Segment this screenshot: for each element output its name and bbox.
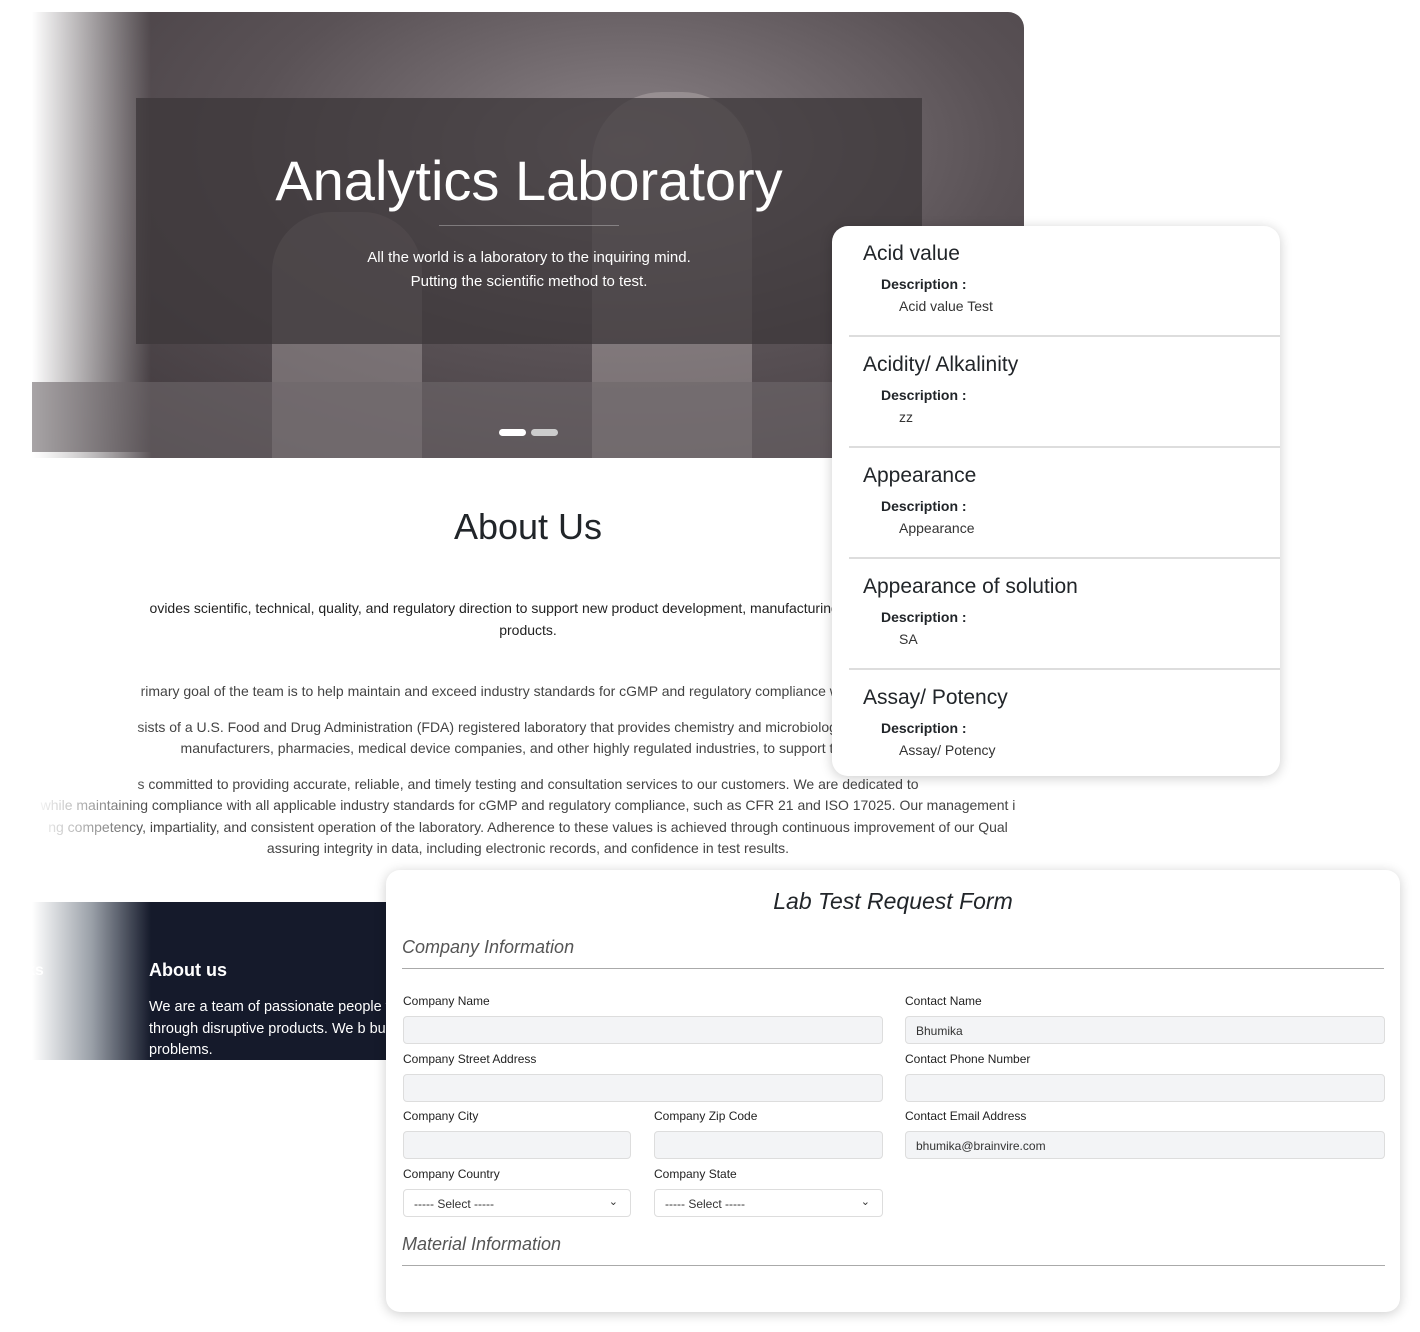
contact-phone-input[interactable] [905, 1074, 1385, 1102]
form-title: Lab Test Request Form [773, 888, 1013, 914]
test-name: Appearance [863, 464, 977, 487]
section-material-information: Material Information [402, 1234, 1385, 1266]
label: Company State [654, 1167, 737, 1181]
test-item[interactable]: Appearance Description : Appearance [849, 448, 1280, 559]
country-select[interactable]: ----- Select ----- ⌄ [403, 1189, 631, 1217]
test-description: SA [899, 631, 918, 647]
test-item[interactable]: Acidity/ Alkalinity Description : zz [849, 337, 1280, 448]
hero-line: Putting the scientific method to test. [410, 273, 648, 290]
about-paragraph: s committed to providing accurate, relia… [40, 775, 1016, 857]
street-address-input[interactable] [403, 1074, 883, 1102]
test-name: Assay/ Potency [863, 686, 1008, 709]
label: Contact Name [905, 994, 982, 1008]
description-label: Description : [881, 609, 967, 625]
label: Company Zip Code [654, 1109, 758, 1123]
hero-line: All the world is a laboratory to the inq… [367, 249, 691, 266]
chevron-down-icon: ⌄ [860, 1196, 870, 1208]
label: Company Name [403, 994, 490, 1008]
hero-caption: Analytics Laboratory All the world is a … [136, 98, 922, 344]
section-company-information: Company Information [402, 937, 1384, 969]
indicator[interactable] [531, 429, 558, 436]
test-name: Appearance of solution [863, 575, 1078, 598]
test-description: Appearance [899, 520, 975, 536]
test-description: Assay/ Potency [899, 742, 996, 758]
contact-email-input[interactable]: bhumika@brainvire.com [905, 1131, 1385, 1159]
test-item[interactable]: Assay/ Potency Description : Assay/ Potenc… [849, 670, 1280, 776]
test-name: Acidity/ Alkalinity [863, 353, 1019, 376]
label: Company Country [403, 1167, 500, 1181]
city-input[interactable] [403, 1131, 631, 1159]
lab-test-request-form: Lab Test Request Form Company Informatio… [386, 870, 1400, 1312]
state-select[interactable]: ----- Select ----- ⌄ [654, 1189, 883, 1217]
label: Company City [403, 1109, 479, 1123]
test-item[interactable]: Acid value Description : Acid value Test [849, 226, 1280, 337]
contact-name-input[interactable]: Bhumika [905, 1016, 1385, 1044]
footer-about-title: About us [149, 960, 227, 980]
description-label: Description : [881, 387, 967, 403]
description-label: Description : [881, 276, 967, 292]
company-name-input[interactable] [403, 1016, 883, 1044]
test-list-card: Acid value Description : Acid value Test Ac… [832, 226, 1280, 776]
description-label: Description : [881, 720, 967, 736]
description-label: Description : [881, 498, 967, 514]
hero-title: Analytics Laboratory [275, 149, 783, 212]
label: Contact Email Address [905, 1109, 1027, 1123]
label: Company Street Address [403, 1052, 537, 1066]
test-description: Acid value Test [899, 298, 993, 314]
test-description: zz [899, 409, 913, 425]
chevron-down-icon: ⌄ [608, 1196, 618, 1208]
test-item[interactable]: Appearance of solution Description : SA [849, 559, 1280, 670]
carousel-indicators[interactable] [499, 429, 558, 436]
zip-code-input[interactable] [654, 1131, 883, 1159]
test-name: Acid value [863, 242, 960, 265]
indicator[interactable] [499, 429, 526, 436]
footer-links-heading: ks [32, 962, 44, 979]
label: Contact Phone Number [905, 1052, 1031, 1066]
